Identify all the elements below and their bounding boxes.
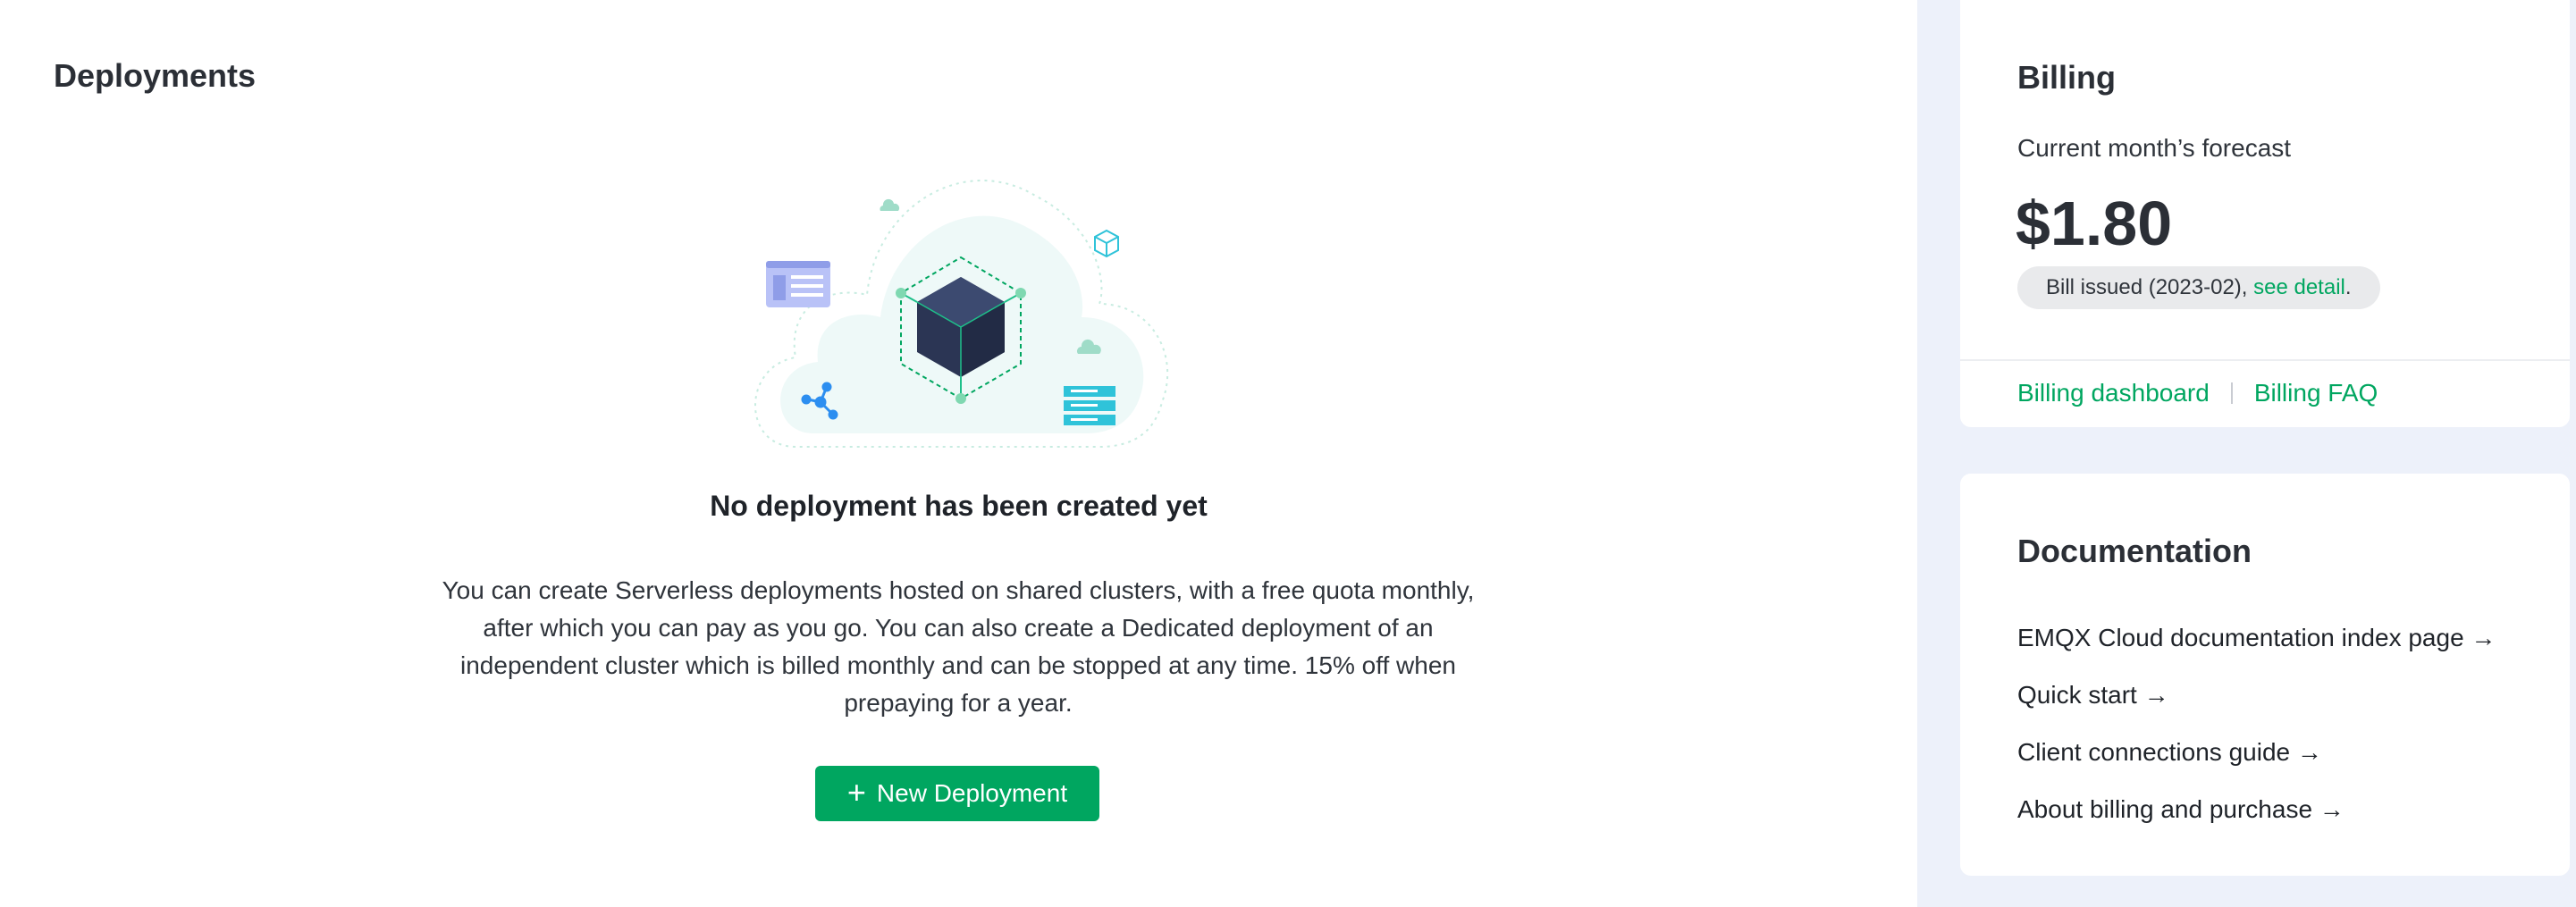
billing-faq-link[interactable]: Billing FAQ: [2254, 379, 2378, 407]
empty-state-description: You can create Serverless deployments ho…: [442, 576, 1475, 717]
bill-issued-badge: Bill issued (2023-02), see detail.: [2017, 266, 2380, 309]
plus-icon: +: [846, 773, 866, 810]
main-panel: Deployments No deployment has been creat…: [0, 0, 1917, 907]
documentation-card: Documentation EMQX Cloud documentation i…: [1960, 474, 2570, 876]
empty-state-title: No deployment has been created yet: [710, 490, 1208, 522]
forecast-amount: $1.80: [2016, 189, 2173, 258]
billing-links: Billing dashboard Billing FAQ: [2017, 379, 2378, 407]
billing-dashboard-link[interactable]: Billing dashboard: [2017, 379, 2210, 407]
doc-link-billing-purchase[interactable]: About billing and purchase →: [2017, 781, 2496, 838]
documentation-title: Documentation: [2017, 533, 2252, 569]
see-detail-link[interactable]: see detail: [2253, 275, 2345, 299]
documentation-links: EMQX Cloud documentation index page → Qu…: [2017, 609, 2496, 838]
doc-link-client-connections[interactable]: Client connections guide →: [2017, 724, 2496, 781]
link-separator: [2230, 382, 2233, 404]
bill-issued-period: .: [2344, 275, 2352, 299]
billing-card: Billing Current month’s forecast $1.80 B…: [1960, 0, 2570, 427]
forecast-label: Current month’s forecast: [2017, 134, 2292, 162]
page-title: Deployments: [54, 57, 257, 94]
doc-link-quick-start[interactable]: Quick start →: [2017, 667, 2496, 724]
new-deployment-button[interactable]: + New Deployment: [815, 766, 1099, 821]
doc-link-index[interactable]: EMQX Cloud documentation index page →: [2017, 609, 2496, 667]
new-deployment-label: New Deployment: [876, 779, 1068, 807]
bill-issued-text: Bill issued (2023-02),: [2046, 275, 2254, 299]
billing-title: Billing: [2017, 59, 2116, 96]
window-icon: [766, 261, 830, 307]
empty-state-illustration: [733, 152, 1180, 465]
divider: [1960, 359, 2570, 361]
server-icon: [1064, 386, 1115, 425]
